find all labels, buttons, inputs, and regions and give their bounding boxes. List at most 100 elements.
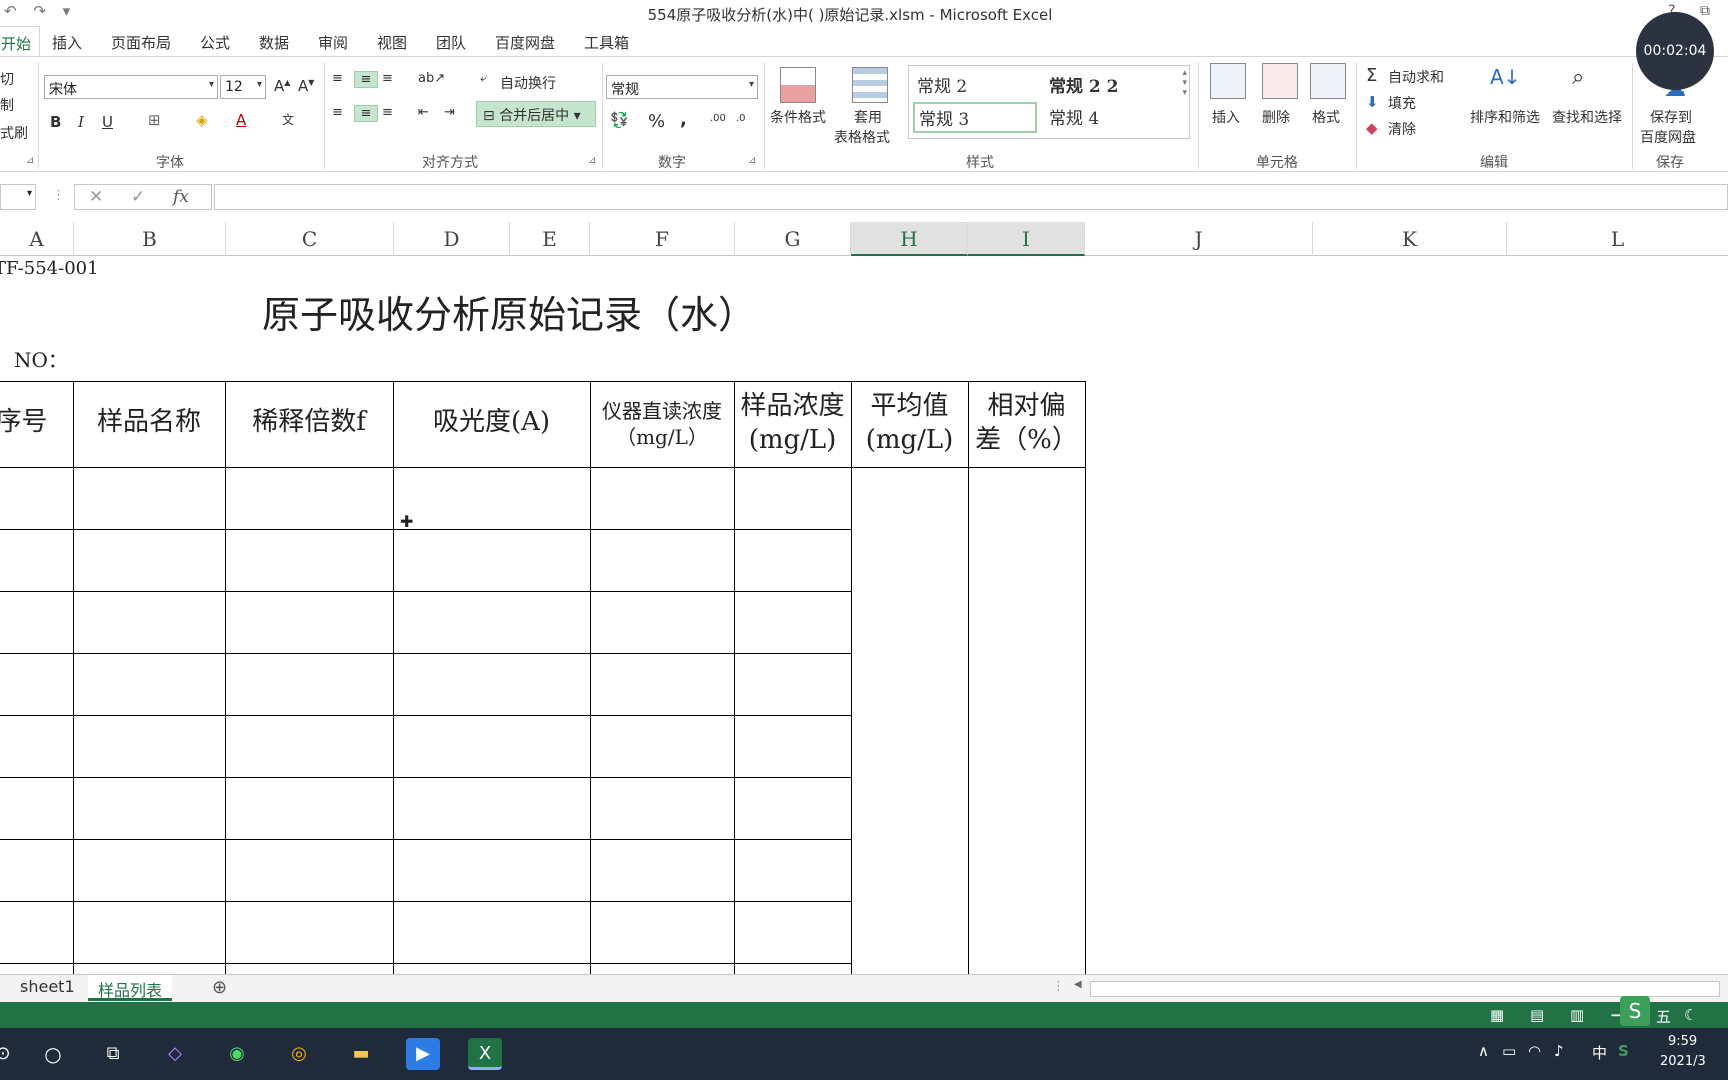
tab-home[interactable]: 开始 [0, 26, 41, 56]
column-header-e[interactable]: E [510, 222, 590, 256]
clipboard-launcher-icon[interactable]: ⊿ [26, 155, 34, 166]
scroll-left-icon[interactable]: ◀ [1074, 979, 1082, 990]
shrink-font-icon[interactable]: A▼ [298, 77, 314, 95]
currency-icon[interactable]: 💱 [610, 111, 629, 129]
phonetic-icon[interactable]: 文 [282, 111, 294, 128]
font-name-select[interactable]: 宋体 ▾ [44, 75, 218, 99]
tab-team[interactable]: 团队 [436, 32, 466, 53]
style-normal-2[interactable]: 常规 2 [917, 72, 967, 97]
wechat-icon[interactable]: ◉ [220, 1038, 254, 1070]
number-launcher-icon[interactable]: ⊿ [748, 155, 756, 166]
formula-bar-splitter[interactable]: ⋮ [52, 188, 65, 203]
volume-icon[interactable]: ♪ [1554, 1042, 1564, 1060]
column-header-a[interactable]: A [0, 222, 74, 256]
save-baidu-line2[interactable]: 百度网盘 [1640, 127, 1696, 147]
eraser-icon[interactable]: ◆ [1366, 119, 1378, 137]
orientation-icon[interactable]: ab↗ [418, 71, 445, 86]
name-box[interactable]: ▾ [0, 184, 36, 210]
formula-input[interactable] [214, 184, 1728, 210]
align-left-icon[interactable]: ≡ [332, 105, 343, 120]
insert-cells-button[interactable]: 插入 [1212, 107, 1240, 127]
column-header-g[interactable]: G [735, 222, 851, 256]
format-as-table-icon[interactable] [852, 67, 888, 103]
column-header-c[interactable]: C [226, 222, 394, 256]
copy-button[interactable]: 制 [0, 95, 14, 115]
task-view-icon[interactable]: ⧉ [96, 1038, 130, 1070]
delete-cells-icon[interactable] [1262, 63, 1298, 99]
format-as-table-line1[interactable]: 套用 [854, 107, 882, 127]
grow-font-icon[interactable]: A▲ [274, 77, 290, 95]
comma-button[interactable]: , [680, 109, 687, 130]
tab-insert[interactable]: 插入 [52, 32, 82, 53]
border-icon[interactable]: ⊞ [148, 111, 161, 129]
align-center-icon[interactable]: ≡ [354, 105, 378, 122]
gallery-scroll-icon[interactable]: ▴ ▾ ▾ [1182, 68, 1187, 98]
underline-icon[interactable]: U [102, 113, 113, 131]
fill-down-icon[interactable]: ⬇ [1366, 93, 1379, 111]
excel-icon[interactable]: X [468, 1038, 502, 1070]
moon-icon[interactable]: ☾ [1684, 1006, 1697, 1024]
start-icon[interactable]: ⊙ [0, 1038, 20, 1070]
tab-splitter[interactable]: ⋮ [1052, 979, 1065, 994]
tab-baidu[interactable]: 百度网盘 [495, 32, 555, 53]
column-header-k[interactable]: K [1313, 222, 1507, 256]
style-normal-4[interactable]: 常规 4 [1049, 104, 1099, 129]
column-header-l[interactable]: L [1507, 222, 1728, 256]
tray-chevron-icon[interactable]: ∧ [1478, 1042, 1489, 1060]
ime-mode-label[interactable]: 五 [1656, 1006, 1671, 1027]
increase-decimal-icon[interactable]: .00 [710, 113, 726, 124]
tab-review[interactable]: 审阅 [318, 32, 348, 53]
merge-center-button[interactable]: ⊟ 合并后居中 ▾ [476, 101, 596, 127]
font-size-select[interactable]: 12 ▾ [220, 75, 266, 99]
clock-time[interactable]: 9:59 [1668, 1034, 1697, 1049]
italic-icon[interactable]: I [78, 113, 84, 131]
format-cells-button[interactable]: 格式 [1312, 107, 1340, 127]
sheet-tab-sheet1[interactable]: sheet1 [10, 975, 85, 1001]
decrease-decimal-icon[interactable]: .0 [736, 113, 746, 124]
align-right-icon[interactable]: ≡ [382, 105, 393, 120]
format-cells-icon[interactable] [1310, 63, 1346, 99]
page-break-view-icon[interactable]: ▥ [1570, 1006, 1584, 1024]
save-baidu-line1[interactable]: 保存到 [1650, 107, 1692, 127]
conditional-format-button[interactable]: 条件格式 [770, 107, 826, 127]
percent-button[interactable]: % [648, 111, 665, 132]
column-header-j[interactable]: J [1085, 222, 1313, 256]
column-header-f[interactable]: F [590, 222, 735, 256]
tab-page-layout[interactable]: 页面布局 [111, 32, 171, 53]
style-normal-2-2[interactable]: 常规 2 2 [1049, 72, 1119, 97]
wrap-text-button[interactable]: 自动换行 [500, 73, 556, 93]
bold-icon[interactable]: B [50, 113, 61, 131]
fill-color-icon[interactable]: ◈ [196, 111, 208, 129]
autosum-button[interactable]: 自动求和 [1388, 67, 1444, 87]
ime-s-icon[interactable]: S [1620, 996, 1650, 1026]
binoculars-icon[interactable]: ⌕ [1572, 65, 1584, 90]
wifi-icon[interactable]: ◠ [1528, 1042, 1541, 1060]
video-recorder-icon[interactable]: ▶ [406, 1038, 440, 1070]
page-layout-view-icon[interactable]: ▤ [1530, 1006, 1544, 1024]
alignment-launcher-icon[interactable]: ⊿ [588, 155, 596, 166]
column-header-h[interactable]: H [851, 222, 968, 256]
font-color-icon[interactable]: A [236, 111, 246, 129]
chrome-icon[interactable]: ◎ [282, 1038, 316, 1070]
wrap-text-icon[interactable]: ⤶ [480, 71, 487, 86]
normal-view-icon[interactable]: ▦ [1490, 1006, 1504, 1024]
file-explorer-icon[interactable]: ▬ [344, 1038, 378, 1070]
cut-button[interactable]: 切 [0, 69, 14, 89]
horizontal-scrollbar[interactable] [1090, 981, 1720, 997]
sort-filter-icon[interactable]: A↓ [1490, 65, 1520, 89]
align-top-icon[interactable]: ≡ [332, 71, 343, 86]
visual-studio-icon[interactable]: ◇ [158, 1038, 192, 1070]
number-format-select[interactable]: 常规 ▾ [606, 75, 758, 99]
fill-button[interactable]: 填充 [1388, 93, 1416, 113]
align-middle-icon[interactable]: ≡ [354, 71, 378, 88]
tab-formulas[interactable]: 公式 [200, 32, 230, 53]
sogou-icon[interactable]: S [1618, 1042, 1629, 1060]
worksheet[interactable]: TF-554-001 原子吸收分析原始记录（水） NO： 序号 样品名称 稀释倍… [0, 256, 1728, 974]
format-as-table-line2[interactable]: 表格格式 [834, 127, 890, 147]
insert-function-icon[interactable]: fx [173, 187, 189, 207]
add-sheet-icon[interactable]: ⊕ [212, 977, 227, 998]
insert-cells-icon[interactable] [1210, 63, 1246, 99]
confirm-icon[interactable]: ✓ [131, 187, 145, 207]
cancel-icon[interactable]: ✕ [89, 187, 103, 207]
tab-toolbox[interactable]: 工具箱 [584, 32, 629, 53]
